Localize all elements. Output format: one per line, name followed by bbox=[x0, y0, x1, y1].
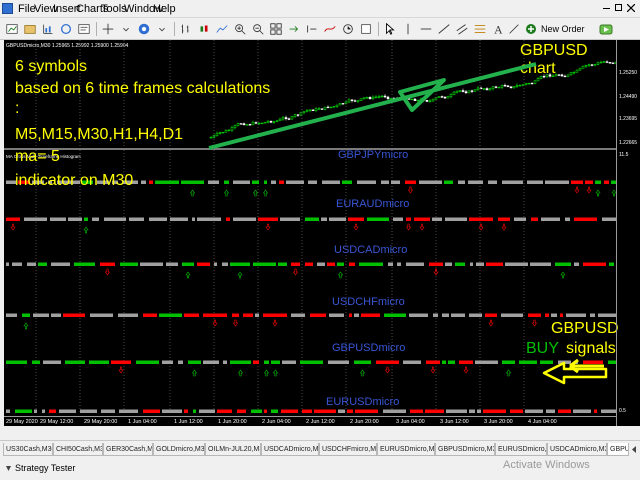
chart-shift-icon[interactable] bbox=[304, 21, 320, 37]
periods-icon[interactable] bbox=[340, 21, 356, 37]
tab-oilmn[interactable]: OILMn-JUL20,M30 bbox=[205, 443, 261, 456]
candlestick-icon[interactable] bbox=[196, 21, 212, 37]
chart-tabs: US30Cash,M30 CHI50Cash,M30 GER30Cash,M30… bbox=[0, 440, 640, 457]
tab-gbpusdmicro[interactable]: GBPUSDmicro,M30 bbox=[435, 443, 495, 456]
time-label: 3 Jun 12:00 bbox=[440, 419, 469, 425]
app-icon[interactable] bbox=[2, 3, 13, 14]
dropdown-arrow-icon[interactable] bbox=[118, 21, 134, 37]
new-order-label: New Order bbox=[541, 24, 585, 34]
chevron-down-icon[interactable] bbox=[154, 21, 170, 37]
tab-eurusdmicro-m1[interactable]: EURUSDmicro,M1 bbox=[495, 443, 547, 456]
tab-goldmicro[interactable]: GOLDmicro,M30 bbox=[153, 443, 205, 456]
time-label: 1 Jun 20:00 bbox=[218, 419, 247, 425]
terminal-icon[interactable] bbox=[76, 21, 92, 37]
autotrading-icon[interactable] bbox=[598, 21, 614, 37]
time-label: 3 Jun 04:00 bbox=[396, 419, 425, 425]
restore-icon[interactable] bbox=[615, 4, 622, 11]
annotation-arrows bbox=[208, 62, 608, 385]
metaeditor-icon[interactable] bbox=[136, 21, 152, 37]
text-tool-icon[interactable]: A bbox=[490, 21, 506, 37]
menu-bar: File View Insert Charts Tools Window Hel… bbox=[0, 0, 640, 18]
time-axis: 29 May 2020 29 May 12:00 29 May 20:00 1 … bbox=[4, 416, 616, 426]
new-order-icon bbox=[526, 24, 536, 34]
zoom-out-icon[interactable] bbox=[250, 21, 266, 37]
menu-help[interactable]: Help bbox=[153, 3, 176, 15]
tab-gbpusd-active[interactable]: GBPU bbox=[607, 443, 629, 456]
activate-windows-watermark: Activate Windows bbox=[503, 459, 590, 471]
price-label: 1.25250 bbox=[619, 70, 638, 76]
templates-icon[interactable] bbox=[358, 21, 374, 37]
cursor-icon[interactable] bbox=[382, 21, 398, 37]
time-label: 29 May 2020 bbox=[6, 419, 38, 425]
time-label: 2 Jun 12:00 bbox=[306, 419, 335, 425]
tab-usdcadmicro-2[interactable]: USDCADmicro,M30 bbox=[547, 443, 607, 456]
toolbar: A New Order bbox=[0, 18, 640, 40]
time-label: 29 May 12:00 bbox=[40, 419, 74, 425]
crosshair-icon[interactable] bbox=[100, 21, 116, 37]
channel-icon[interactable] bbox=[454, 21, 470, 37]
time-label: 1 Jun 04:00 bbox=[128, 419, 157, 425]
price-label: 0.5 bbox=[619, 408, 626, 414]
horizontal-line-icon[interactable] bbox=[418, 21, 434, 37]
tab-us30cash[interactable]: US30Cash,M30 bbox=[3, 443, 53, 456]
close-icon[interactable] bbox=[627, 4, 635, 12]
status-bar: Strategy Tester Activate Windows bbox=[0, 458, 640, 480]
vertical-line-icon[interactable] bbox=[400, 21, 416, 37]
trendline-icon[interactable] bbox=[436, 21, 452, 37]
navigator-icon[interactable] bbox=[58, 21, 74, 37]
signal-icon[interactable] bbox=[506, 21, 522, 37]
tab-chi50cash[interactable]: CHI50Cash,M30 bbox=[53, 443, 103, 456]
zoom-in-icon[interactable] bbox=[232, 21, 248, 37]
bar-chart-icon[interactable] bbox=[178, 21, 194, 37]
auto-scroll-icon[interactable] bbox=[286, 21, 302, 37]
time-label: 29 May 20:00 bbox=[84, 419, 118, 425]
price-label: 11.5 bbox=[619, 152, 629, 158]
expand-icon[interactable] bbox=[4, 464, 13, 473]
tab-scroll-left-icon[interactable] bbox=[630, 445, 639, 454]
tab-ger30cash[interactable]: GER30Cash,M30 bbox=[103, 443, 153, 456]
strategy-tester-label[interactable]: Strategy Tester bbox=[15, 463, 75, 473]
fibonacci-icon[interactable] bbox=[472, 21, 488, 37]
menu-tools[interactable]: Tools bbox=[101, 3, 127, 15]
time-label: 2 Jun 20:00 bbox=[350, 419, 379, 425]
time-label: 4 Jun 04:00 bbox=[528, 419, 557, 425]
time-label: 1 Jun 12:00 bbox=[174, 419, 203, 425]
tile-windows-icon[interactable] bbox=[268, 21, 284, 37]
time-label: 3 Jun 20:00 bbox=[484, 419, 513, 425]
new-order-button[interactable]: New Order bbox=[523, 20, 589, 38]
time-label: 2 Jun 04:00 bbox=[262, 419, 291, 425]
svg-text:A: A bbox=[494, 24, 503, 36]
market-watch-icon[interactable] bbox=[40, 21, 56, 37]
price-label: 1.23695 bbox=[619, 116, 638, 122]
indicators-icon[interactable] bbox=[322, 21, 338, 37]
profiles-icon[interactable] bbox=[22, 21, 38, 37]
price-axis: 1.25250 1.24490 1.23695 1.22665 11.5 0.5 bbox=[616, 40, 640, 426]
new-chart-icon[interactable] bbox=[4, 21, 20, 37]
tab-usdcadmicro[interactable]: USDCADmicro,M30 bbox=[261, 443, 319, 456]
minimize-icon[interactable] bbox=[603, 8, 610, 9]
price-label: 1.24490 bbox=[619, 94, 638, 100]
price-label: 1.22665 bbox=[619, 140, 638, 146]
tab-eurusdmicro[interactable]: EURUSDmicro,M30 bbox=[377, 443, 435, 456]
trend-arrow-line bbox=[208, 62, 537, 150]
chart-window[interactable]: GBPUSDmicro,M30 1.25965 1.25992 1.25900 … bbox=[4, 40, 640, 426]
tab-usdchfmicro[interactable]: USDCHFmicro,M30 bbox=[319, 443, 377, 456]
line-chart-icon[interactable] bbox=[214, 21, 230, 37]
